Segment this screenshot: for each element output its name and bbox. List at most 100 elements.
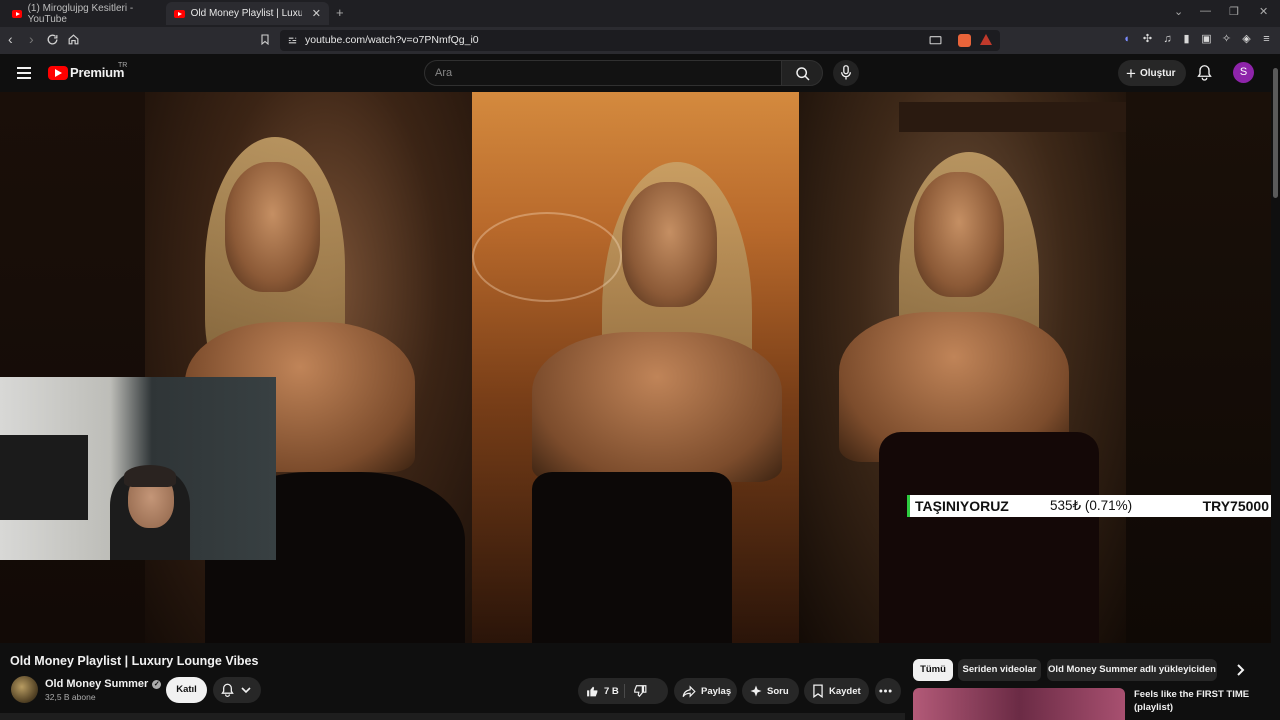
- save-bookmark-icon: [813, 684, 823, 698]
- youtube-favicon-icon: [12, 9, 22, 18]
- save-label: Kaydet: [829, 685, 861, 697]
- verified-check-icon: ✓: [152, 679, 162, 689]
- video-frame-panel: [1126, 92, 1280, 643]
- more-horizontal-icon: [879, 689, 892, 693]
- sparkle-icon: [750, 685, 762, 697]
- tab-title: (1) Miroglujpg Kesitleri - YouTube: [27, 2, 134, 25]
- channel-name-link[interactable]: Old Money Summer ✓: [45, 678, 162, 690]
- brave-rewards-icon[interactable]: [980, 34, 992, 45]
- share-button[interactable]: Paylaş: [674, 678, 737, 704]
- reload-icon[interactable]: [46, 33, 59, 46]
- channel-name: Old Money Summer: [45, 678, 149, 690]
- new-tab-button[interactable]: +: [336, 5, 344, 20]
- back-icon[interactable]: ‹: [8, 31, 13, 47]
- thumbs-down-icon: [634, 685, 647, 698]
- chip-uploader[interactable]: Old Money Summer adlı yükleyiciden: [1047, 659, 1217, 681]
- like-divider: [624, 684, 625, 698]
- restore-icon[interactable]: ❐: [1229, 5, 1239, 18]
- site-info-icon[interactable]: [287, 35, 298, 46]
- logo-country: TR: [118, 62, 128, 69]
- like-dislike-group: 7 B: [578, 678, 668, 704]
- wine-glass: [472, 212, 622, 302]
- create-button[interactable]: + Oluştur: [1118, 60, 1186, 86]
- save-button[interactable]: Kaydet: [804, 678, 869, 704]
- extensions-icon[interactable]: ✣: [1141, 33, 1154, 46]
- recommended-video-thumbnail[interactable]: [913, 688, 1125, 720]
- plus-icon: +: [1126, 63, 1136, 83]
- like-count: 7 B: [604, 685, 619, 697]
- description-box-edge[interactable]: [0, 713, 905, 720]
- ticker-change: 535₺ (0.71%): [1050, 498, 1133, 513]
- video-player[interactable]: TAŞINIYORUZ 535₺ (0.71%) TRY75000: [0, 92, 1280, 643]
- tab-title: Old Money Playlist | Luxury Lounge: [190, 8, 302, 19]
- tab-search-chevron-icon[interactable]: ⌄: [1174, 5, 1183, 18]
- share-icon: [682, 684, 696, 698]
- dislike-button[interactable]: [633, 684, 652, 701]
- url-text: youtube.com/watch?v=o7PNmfQg_i0: [305, 34, 479, 46]
- share-label: Paylaş: [701, 685, 732, 697]
- ask-label: Soru: [767, 685, 789, 697]
- microphone-icon: [840, 65, 852, 80]
- sidebar-toggle-icon[interactable]: ▮: [1180, 33, 1193, 46]
- streamer-hair: [124, 465, 176, 487]
- page-scrollbar[interactable]: [1271, 54, 1280, 720]
- music-icon[interactable]: ♫: [1161, 33, 1174, 46]
- home-icon[interactable]: [67, 33, 80, 46]
- chevron-right-icon[interactable]: [1236, 663, 1245, 677]
- search-placeholder: Ara: [435, 67, 453, 79]
- minimize-icon[interactable]: —: [1200, 5, 1211, 17]
- bookmark-icon[interactable]: [259, 33, 271, 46]
- thumbs-up-icon: [587, 686, 598, 696]
- like-button[interactable]: 7 B: [578, 678, 624, 704]
- subscription-notify-button[interactable]: [213, 677, 261, 703]
- search-icon: [796, 67, 810, 81]
- search-button[interactable]: [781, 60, 823, 86]
- youtube-logo-icon: [48, 65, 68, 80]
- video-frame-panel: [0, 92, 145, 643]
- menu-icon[interactable]: ≡: [1260, 33, 1273, 46]
- browser-tabbar: (1) Miroglujpg Kesitleri - YouTube Old M…: [0, 0, 1280, 27]
- create-label: Oluştur: [1139, 67, 1176, 79]
- recommended-video-title[interactable]: Feels like the FIRST TIME (playlist): [1134, 688, 1264, 714]
- vpn-shield-icon[interactable]: ◈: [1240, 33, 1253, 46]
- audio-extension-icon[interactable]: ◖: [1120, 33, 1133, 46]
- youtube-favicon-icon: [174, 9, 185, 18]
- browser-tab-active[interactable]: Old Money Playlist | Luxury Lounge ✕: [166, 2, 329, 25]
- brave-shield-icon[interactable]: [958, 34, 971, 47]
- address-bar[interactable]: youtube.com/watch?v=o7PNmfQg_i0: [280, 30, 1000, 51]
- more-actions-button[interactable]: [875, 678, 901, 704]
- ticker-value: TRY75000: [1202, 498, 1269, 514]
- youtube-header: Premium TR Ara + Oluştur S: [0, 54, 1280, 92]
- video-frame-panel: [472, 92, 799, 643]
- stream-ticker: TAŞINIYORUZ 535₺ (0.71%) TRY75000: [907, 495, 1273, 517]
- forward-icon[interactable]: ›: [29, 31, 34, 47]
- wallet-icon[interactable]: ▣: [1200, 33, 1213, 46]
- video-frame-panel: [145, 92, 472, 643]
- bell-icon: [221, 683, 234, 697]
- scrollbar-thumb[interactable]: [1273, 68, 1278, 198]
- chip-series[interactable]: Seriden videolar: [958, 659, 1041, 681]
- webcam-overlay: [0, 377, 276, 560]
- search-input[interactable]: Ara: [424, 60, 782, 86]
- ticker-name: TAŞINIYORUZ: [915, 498, 1009, 514]
- chip-all[interactable]: Tümü: [913, 659, 953, 681]
- voice-search-button[interactable]: [833, 60, 859, 86]
- join-button[interactable]: Katıl: [166, 677, 207, 703]
- close-tab-icon[interactable]: ✕: [312, 7, 321, 20]
- subscriber-count: 32,5 B abone: [45, 692, 96, 702]
- channel-avatar[interactable]: [11, 676, 38, 703]
- leo-ai-icon[interactable]: ✧: [1220, 33, 1233, 46]
- cast-icon[interactable]: [929, 35, 942, 46]
- close-window-icon[interactable]: ✕: [1259, 5, 1268, 18]
- youtube-premium-logo[interactable]: Premium TR: [48, 62, 128, 80]
- account-avatar[interactable]: S: [1233, 62, 1254, 83]
- logo-text: Premium: [70, 65, 125, 80]
- hamburger-menu-icon[interactable]: [17, 67, 31, 79]
- ask-button[interactable]: Soru: [742, 678, 799, 704]
- video-frame-panel: [799, 92, 1126, 643]
- notifications-bell-icon[interactable]: [1197, 64, 1212, 81]
- browser-tab-inactive[interactable]: (1) Miroglujpg Kesitleri - YouTube: [4, 2, 164, 25]
- browser-toolbar: ‹ › youtube.com/watch?v=o7PNmfQg_i0 ◖ ✣ …: [0, 27, 1280, 54]
- monitor: [0, 435, 88, 520]
- video-title: Old Money Playlist | Luxury Lounge Vibes: [10, 654, 259, 668]
